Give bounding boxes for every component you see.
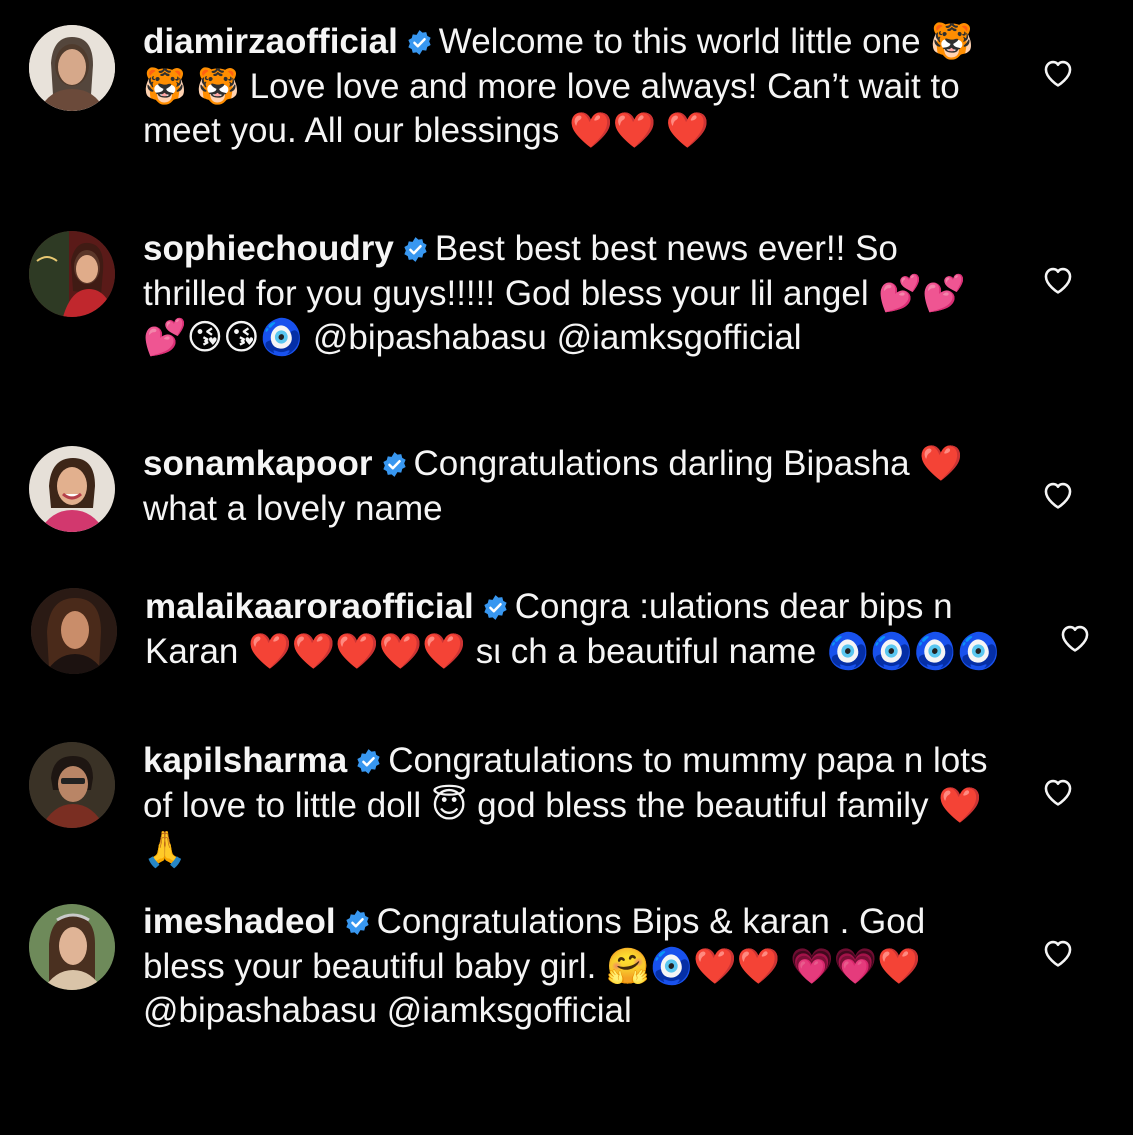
comment-body: kapilsharma Congratulations to mummy papa… <box>143 739 1003 873</box>
avatar[interactable] <box>31 588 117 674</box>
comment-username[interactable]: kapilsharma <box>143 741 347 780</box>
heart-outline-icon[interactable] <box>1041 56 1075 88</box>
avatar[interactable] <box>29 904 115 990</box>
avatar[interactable] <box>29 446 115 532</box>
heart-outline-icon[interactable] <box>1058 621 1092 653</box>
comment-body: diamirzaofficial Welcome to this world li… <box>143 20 1003 154</box>
heart-outline-icon[interactable] <box>1041 478 1075 510</box>
comment-username[interactable]: malaikaaroraofficial <box>145 587 474 626</box>
comment-body: malaikaaroraofficial Congra :ulations dea… <box>145 585 1005 674</box>
avatar[interactable] <box>29 742 115 828</box>
heart-outline-icon[interactable] <box>1041 936 1075 968</box>
comment-username[interactable]: imeshadeol <box>143 902 336 941</box>
verified-badge-icon <box>381 451 408 478</box>
verified-badge-icon <box>406 29 433 56</box>
verified-badge-icon <box>344 909 371 936</box>
verified-badge-icon <box>355 748 382 775</box>
comment-username[interactable]: sonamkapoor <box>143 444 373 483</box>
verified-badge-icon <box>482 594 509 621</box>
comment-username[interactable]: sophiechoudry <box>143 229 394 268</box>
comment-body: imeshadeol Congratulations Bips & karan .… <box>143 900 1003 1034</box>
comment-body: sonamkapoor Congratulations darling Bipas… <box>143 442 1003 531</box>
verified-badge-icon <box>402 236 429 263</box>
avatar[interactable] <box>29 231 115 317</box>
avatar[interactable] <box>29 25 115 111</box>
comment-body: sophiechoudry Best best best news ever!! … <box>143 227 1003 361</box>
heart-outline-icon[interactable] <box>1041 775 1075 807</box>
heart-outline-icon[interactable] <box>1041 263 1075 295</box>
comment-username[interactable]: diamirzaofficial <box>143 22 398 61</box>
